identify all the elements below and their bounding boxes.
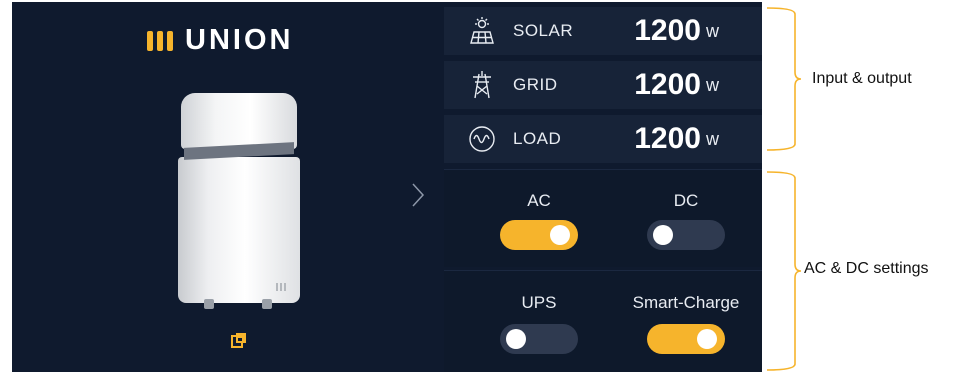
io-row-grid: GRID 1200 w	[444, 61, 762, 109]
io-value-grid: 1200	[634, 68, 701, 101]
ups-smart-charge-panel: UPS Smart-Charge	[444, 270, 762, 372]
layers-icon[interactable]	[231, 332, 247, 348]
io-label-solar: SOLAR	[513, 21, 574, 40]
device-screen: UNION SOLAR 1200 w GRID 1200 w LOAD 1200…	[12, 2, 762, 372]
ac-toggle[interactable]	[500, 220, 578, 250]
brand-mark-icon	[147, 30, 173, 51]
ups-toggle[interactable]	[500, 324, 578, 354]
solar-panel-icon	[470, 17, 494, 44]
io-bracket	[766, 7, 802, 151]
input-output-annotation: Input & output	[812, 70, 912, 87]
smart-charge-label: Smart-Charge	[632, 293, 740, 312]
brand-name: UNION	[185, 24, 294, 56]
io-value-solar: 1200	[634, 14, 701, 47]
io-row-load: LOAD 1200 w	[444, 115, 762, 163]
power-tower-icon	[473, 71, 491, 99]
dc-label: DC	[673, 191, 699, 210]
io-label-grid: GRID	[513, 75, 558, 94]
chevron-right-icon[interactable]	[410, 182, 426, 208]
io-unit-grid: w	[706, 74, 719, 95]
smart-charge-toggle[interactable]	[647, 324, 725, 354]
load-wave-icon	[469, 126, 495, 152]
ac-label: AC	[527, 191, 551, 210]
io-label-load: LOAD	[513, 129, 562, 148]
ac-dc-settings-annotation: AC & DC settings	[804, 260, 929, 277]
io-row-solar: SOLAR 1200 w	[444, 7, 762, 55]
power-station-image	[178, 93, 300, 311]
io-unit-solar: w	[706, 20, 719, 41]
settings-bracket	[766, 171, 802, 371]
io-value-load: 1200	[634, 122, 701, 155]
io-unit-load: w	[706, 128, 719, 149]
brand-logo: UNION	[147, 24, 293, 57]
ac-dc-panel: AC DC	[444, 169, 762, 267]
ups-label: UPS	[521, 293, 557, 312]
dc-toggle[interactable]	[647, 220, 725, 250]
